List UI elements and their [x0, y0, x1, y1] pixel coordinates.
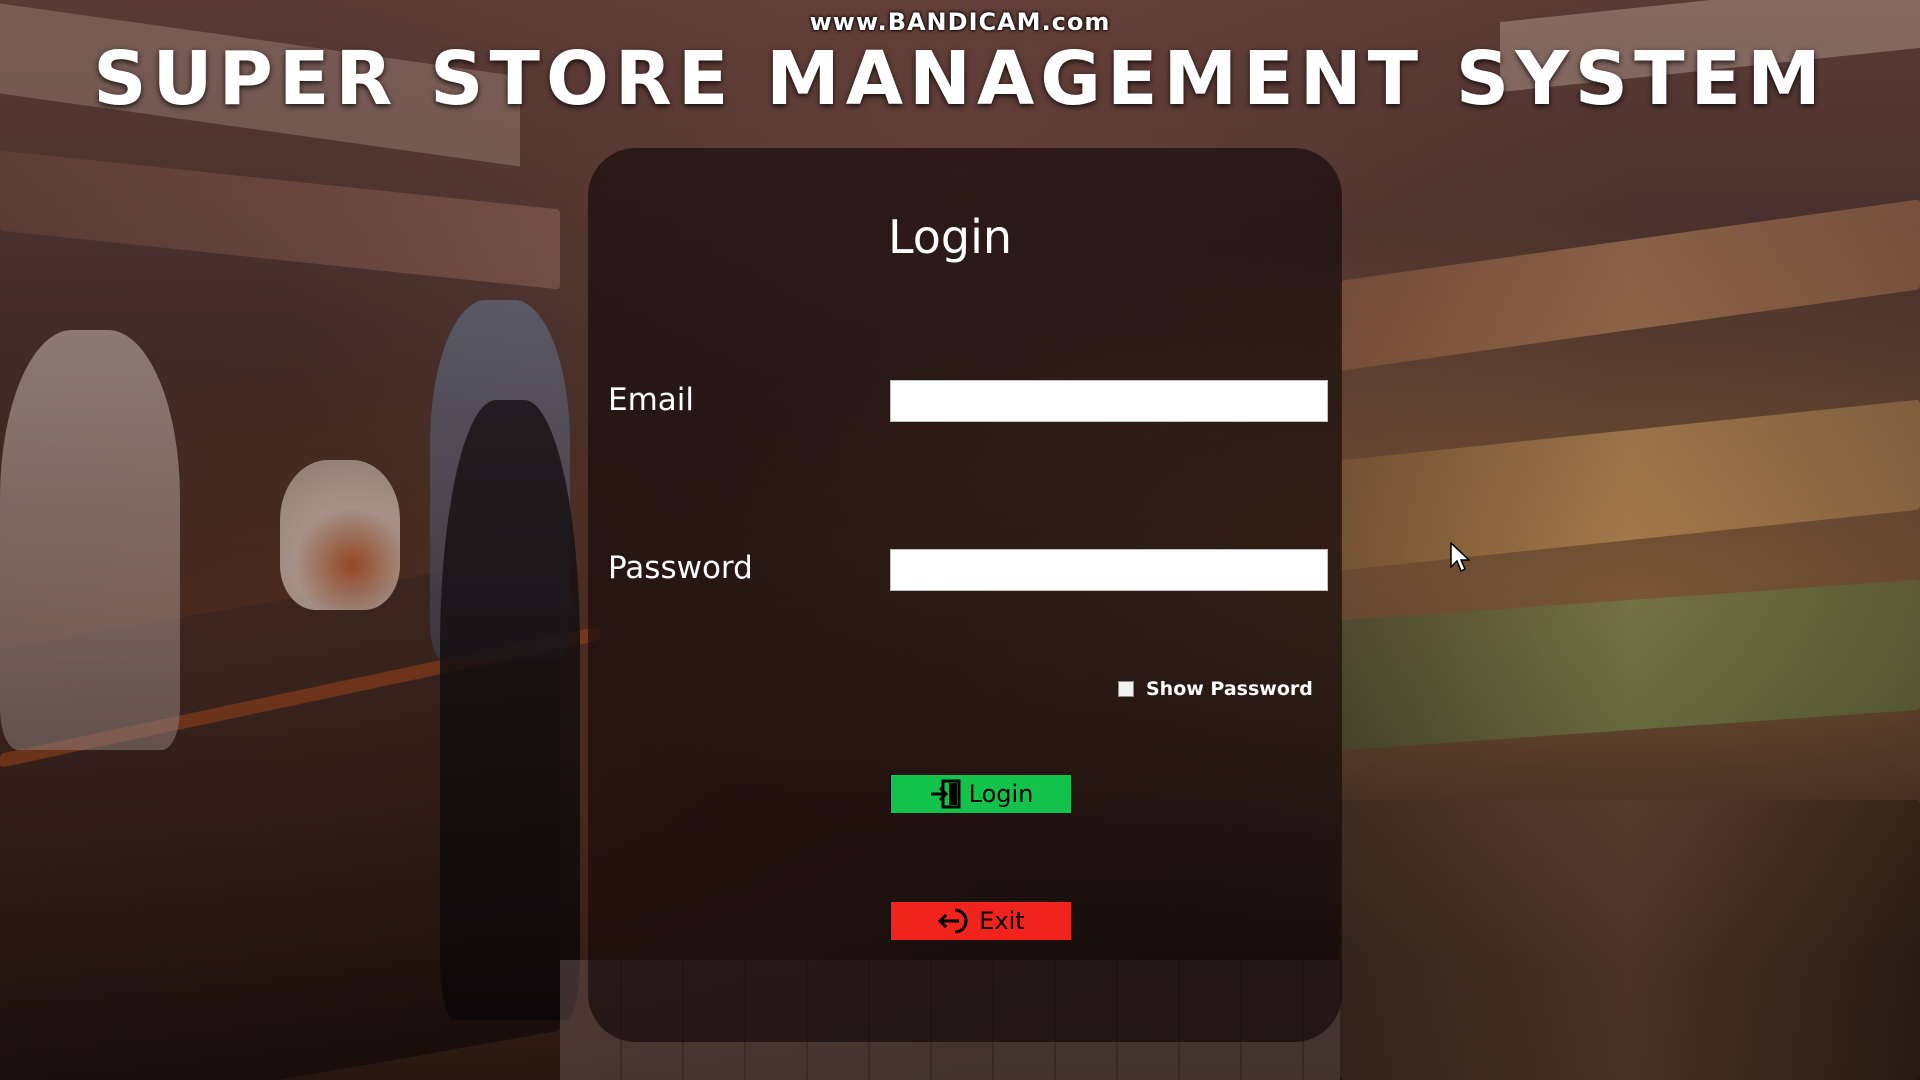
password-input[interactable] — [890, 549, 1328, 591]
password-label: Password — [608, 550, 753, 586]
exit-button[interactable]: Exit — [890, 901, 1072, 941]
login-heading: Login — [887, 210, 1013, 264]
background-shelf — [1340, 579, 1920, 751]
background-shelf — [0, 150, 560, 290]
recording-watermark: www.BANDICAM.com — [809, 8, 1111, 36]
email-label: Email — [608, 382, 695, 418]
sign-in-icon — [929, 779, 963, 809]
show-password-toggle[interactable]: Show Password — [1118, 678, 1313, 700]
exit-button-label: Exit — [979, 907, 1025, 935]
mouse-cursor-icon — [1450, 542, 1470, 573]
email-input[interactable] — [890, 380, 1328, 422]
show-password-checkbox[interactable] — [1118, 681, 1134, 697]
background-person — [440, 400, 580, 1020]
background-shelf — [1340, 399, 1920, 571]
background-crates — [1340, 800, 1920, 1080]
sign-out-icon — [937, 906, 973, 936]
background-shopping-bag — [280, 460, 400, 610]
background-shelf — [1340, 199, 1920, 371]
app-title: SUPER STORE MANAGEMENT SYSTEM — [93, 36, 1827, 122]
show-password-label: Show Password — [1146, 678, 1313, 700]
login-button-label: Login — [968, 780, 1034, 808]
background-person — [0, 330, 180, 750]
login-window: www.BANDICAM.com SUPER STORE MANAGEMENT … — [0, 0, 1920, 1080]
login-button[interactable]: Login — [890, 774, 1072, 814]
